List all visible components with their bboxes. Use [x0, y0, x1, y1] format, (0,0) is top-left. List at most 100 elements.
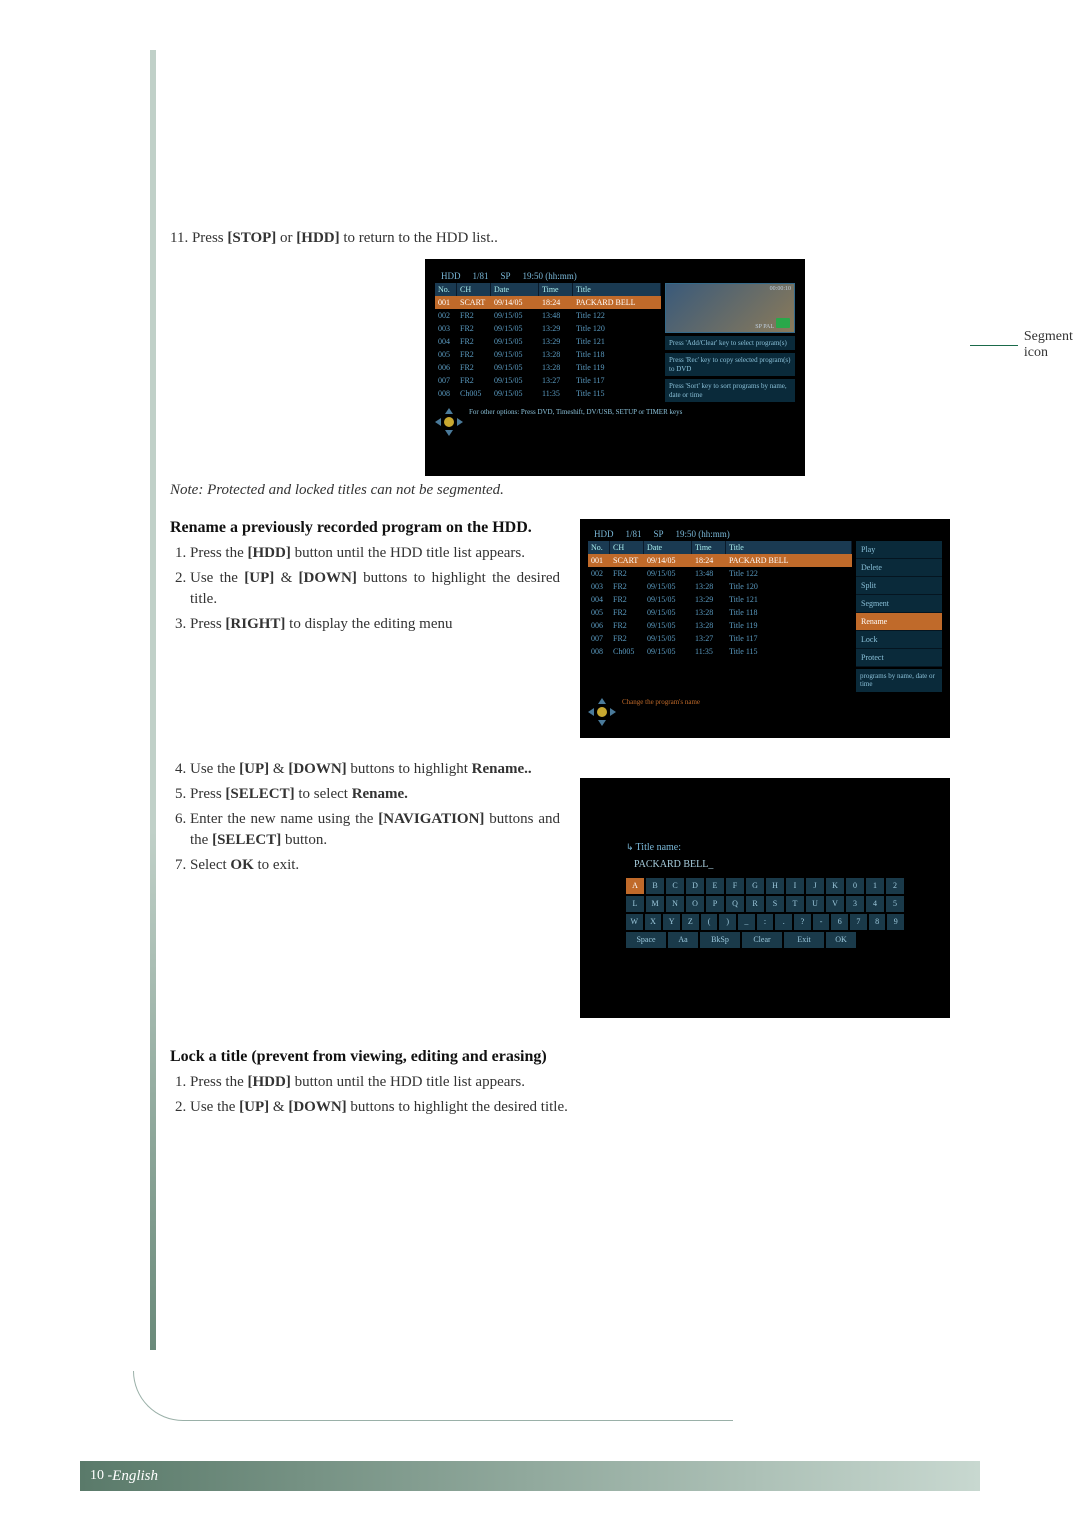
hdd-icon-label: HDD: [594, 529, 614, 539]
segment-icon-callout: Segment icon: [970, 329, 1080, 361]
menu-item-rename: Rename: [856, 613, 942, 631]
kbd-key: :: [757, 914, 774, 930]
callout-line: [970, 345, 1018, 346]
kbd-key: X: [645, 914, 662, 930]
kbd-key: F: [726, 878, 744, 894]
kbd-key: -: [813, 914, 830, 930]
col-no: No.: [435, 283, 457, 296]
table-row: 002FR209/15/0513:48Title 122: [588, 567, 852, 580]
kbd-key: T: [786, 896, 804, 912]
osd-body: No. CH Date Time Title 001SCART09/14/051…: [435, 283, 795, 402]
step-number: 11.: [170, 230, 188, 246]
kbd-key: Y: [663, 914, 680, 930]
kbd-key: 9: [887, 914, 904, 930]
table-row: 002FR209/15/0513:48Title 122: [435, 309, 661, 322]
kbd-label: ↳Title name:: [626, 842, 904, 853]
page-footer: 10 - English: [80, 1461, 980, 1491]
key-stop: [STOP]: [227, 230, 276, 246]
rename-steps-1-3: Press the [HDD] button until the HDD tit…: [170, 543, 560, 635]
menu-item-protect: Protect: [856, 649, 942, 667]
table-row: 001SCART09/14/0518:24PACKARD BELL: [435, 296, 661, 309]
kbd-key: P: [706, 896, 724, 912]
title-table: No. CH Date Time Title 001SCART09/14/051…: [588, 541, 852, 692]
kbd-key: R: [746, 896, 764, 912]
key-hdd: [HDD]: [296, 230, 339, 246]
rename-step-2: Use the [UP] & [DOWN] buttons to highlig…: [190, 568, 560, 610]
screenshot-a-wrap: HDD 1/81 SP 19:50 (hh:mm) No. CH Date Ti…: [260, 259, 970, 476]
col-ch: CH: [610, 541, 644, 554]
osd-footer: Change the program's name: [588, 698, 942, 726]
hint-rec: Press 'Rec' key to copy selected program…: [665, 353, 795, 376]
table-row: 007FR209/15/0513:27Title 117: [588, 632, 852, 645]
side-gradient-bar: [150, 50, 156, 1350]
kbd-key: J: [806, 878, 824, 894]
rename-section: Rename a previously recorded program on …: [170, 519, 970, 1018]
col-time: Time: [539, 283, 573, 296]
kbd-key: U: [806, 896, 824, 912]
table-row: 008Ch00509/15/0511:35Title 115: [435, 387, 661, 400]
kbd-key: Z: [682, 914, 699, 930]
osd-body: No. CH Date Time Title 001SCART09/14/051…: [588, 541, 942, 692]
kbd-action-aa: Aa: [668, 932, 698, 948]
osd-side-panel: 00:00:10 SP PAL Press 'Add/Clear' key to…: [665, 283, 795, 402]
kbd-key: 1: [866, 878, 884, 894]
hint-add-clear: Press 'Add/Clear' key to select program(…: [665, 336, 795, 350]
kbd-key: S: [766, 896, 784, 912]
kbd-key: C: [666, 878, 684, 894]
title-field: PACKARD BELL_: [634, 859, 904, 870]
rename-step-1: Press the [HDD] button until the HDD tit…: [190, 543, 560, 564]
text: or: [276, 230, 296, 246]
text: Press: [192, 230, 227, 246]
rename-text-col: Rename a previously recorded program on …: [170, 519, 560, 880]
rename-step-5: Press [SELECT] to select Rename.: [190, 784, 560, 805]
kbd-key: 8: [869, 914, 886, 930]
kbd-key: V: [826, 896, 844, 912]
menu-item-play: Play: [856, 541, 942, 559]
table-row: 005FR209/15/0513:28Title 118: [588, 606, 852, 619]
kbd-action-exit: Exit: [784, 932, 824, 948]
kbd-key: K: [826, 878, 844, 894]
kbd-action-space: Space: [626, 932, 666, 948]
table-row: 001SCART09/14/0518:24PACKARD BELL: [588, 554, 852, 567]
footer-hint: For other options: Press DVD, Timeshift,…: [469, 408, 795, 417]
navpad-icon: [435, 408, 463, 436]
rename-step-6: Enter the new name using the [NAVIGATION…: [190, 809, 560, 851]
table-row: 006FR209/15/0513:28Title 119: [435, 361, 661, 374]
rename-image-col: HDD 1/81 SP 19:50 (hh:mm) No. CH Date Ti…: [580, 519, 950, 1018]
kbd-action-clear: Clear: [742, 932, 782, 948]
kbd-key: (: [701, 914, 718, 930]
kbd-key: .: [775, 914, 792, 930]
rename-step-4: Use the [UP] & [DOWN] buttons to highlig…: [190, 759, 560, 780]
index: 1/81: [473, 271, 489, 281]
title-table: No. CH Date Time Title 001SCART09/14/051…: [435, 283, 661, 402]
enter-arrow-icon: ↳: [626, 842, 634, 853]
kbd-key: 5: [886, 896, 904, 912]
rename-steps-4-7: Use the [UP] & [DOWN] buttons to highlig…: [170, 759, 560, 876]
keyboard-panel: ↳Title name: PACKARD BELL_ ABCDEFGHIJK01…: [620, 836, 910, 956]
kbd-action-bksp: BkSp: [700, 932, 740, 948]
lock-heading: Lock a title (prevent from viewing, edit…: [170, 1048, 970, 1066]
kbd-key: Q: [726, 896, 744, 912]
kbd-key: G: [746, 878, 764, 894]
kbd-key: M: [646, 896, 664, 912]
preview-thumbnail: 00:00:10 SP PAL: [665, 283, 795, 333]
osd-header: HDD 1/81 SP 19:50 (hh:mm): [435, 269, 795, 283]
menu-item-segment: Segment: [856, 595, 942, 613]
kbd-key: 0: [846, 878, 864, 894]
col-date: Date: [644, 541, 692, 554]
kbd-key: E: [706, 878, 724, 894]
callout-label: Segment icon: [1024, 329, 1080, 361]
rename-heading: Rename a previously recorded program on …: [170, 519, 560, 537]
col-title: Title: [726, 541, 852, 554]
col-time: Time: [692, 541, 726, 554]
lock-steps: Press the [HDD] button until the HDD tit…: [170, 1072, 970, 1118]
kbd-key: A: [626, 878, 644, 894]
kbd-key: 4: [866, 896, 884, 912]
col-no: No.: [588, 541, 610, 554]
osd-screenshot-c: ↳Title name: PACKARD BELL_ ABCDEFGHIJK01…: [580, 778, 950, 1018]
page-number: 10 -: [90, 1468, 112, 1484]
table-row: 004FR209/15/0513:29Title 121: [588, 593, 852, 606]
kbd-key: 2: [886, 878, 904, 894]
hdd-icon-label: HDD: [441, 271, 461, 281]
page-language: English: [112, 1468, 158, 1485]
